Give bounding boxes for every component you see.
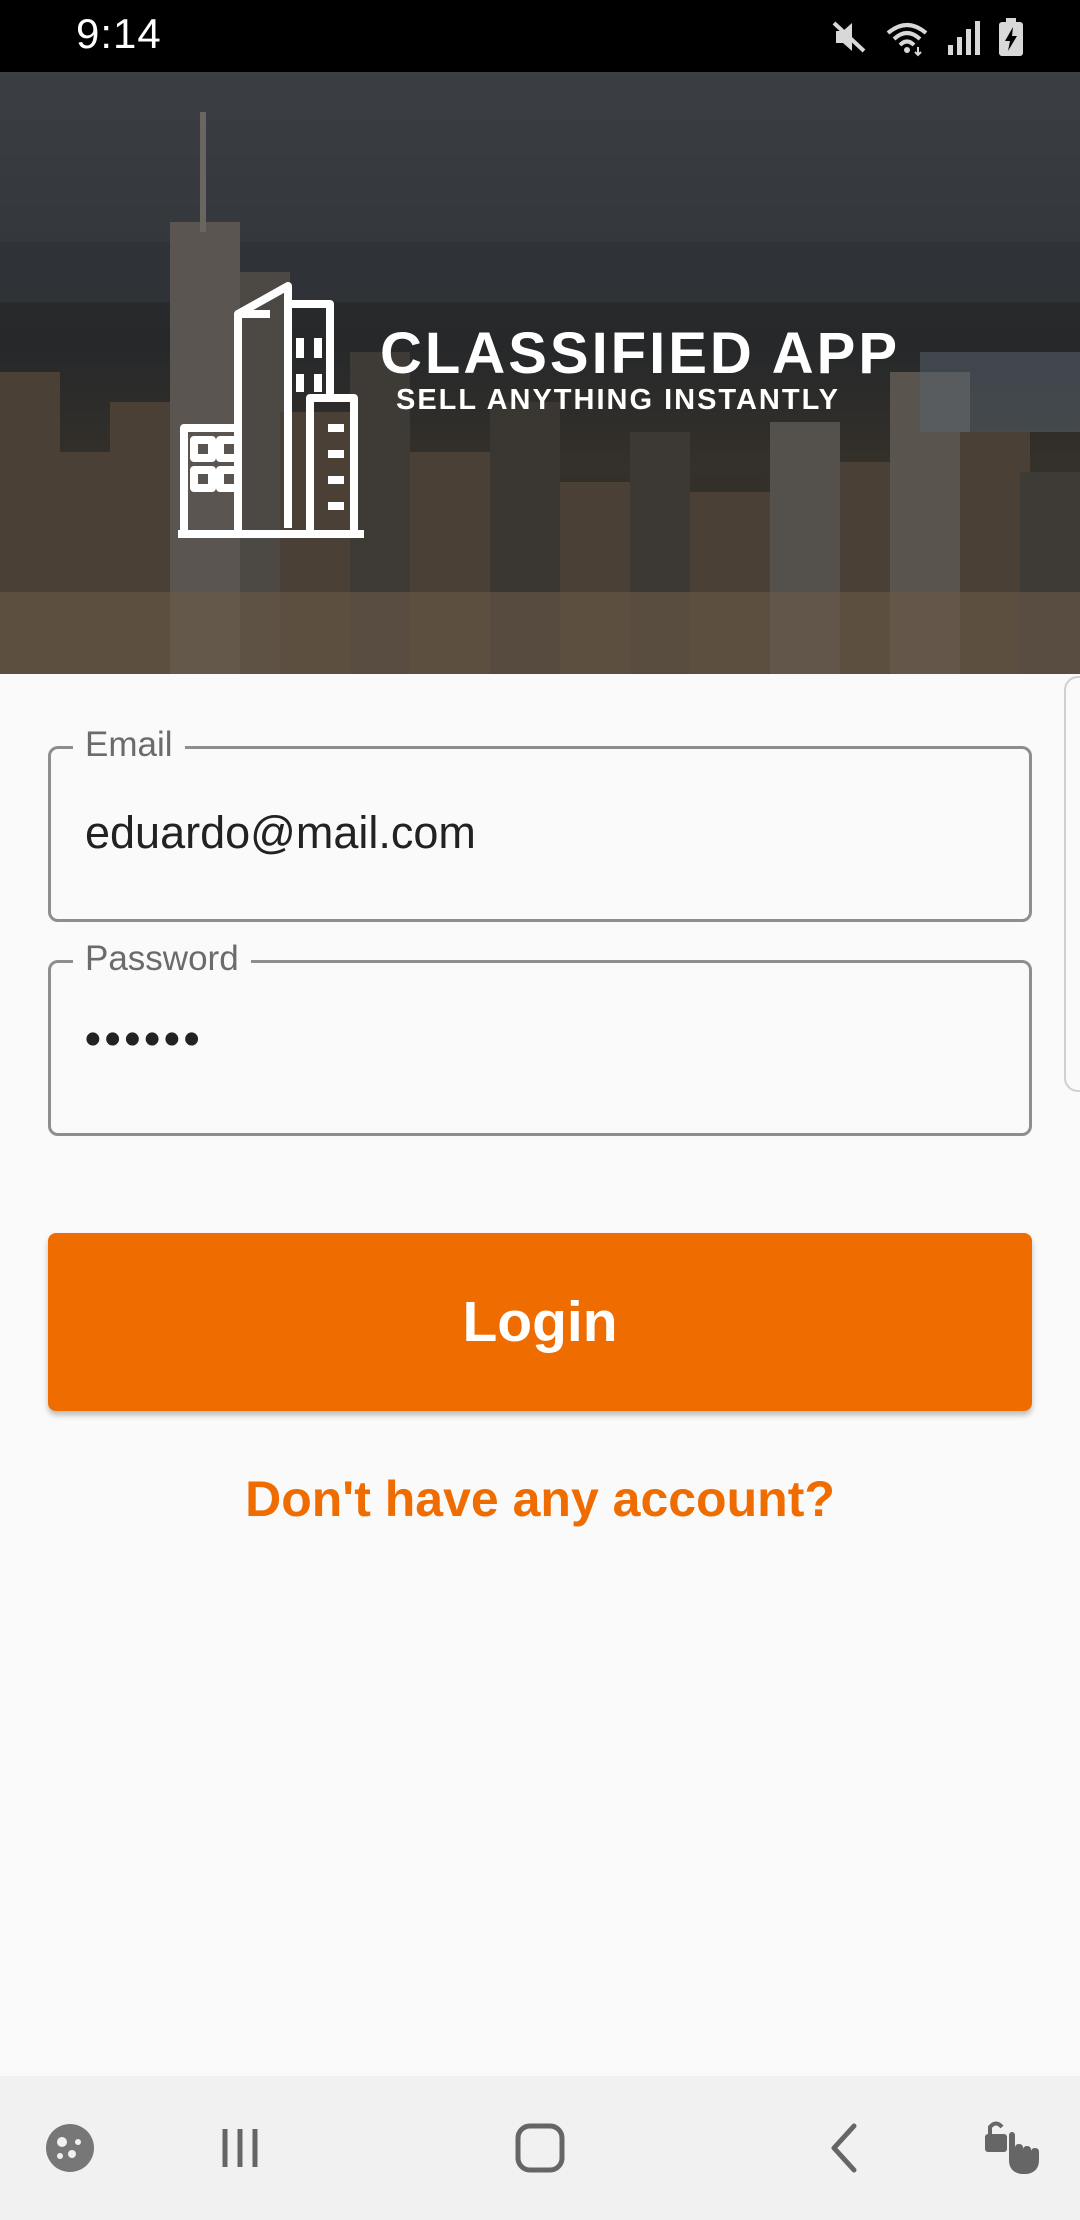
password-field[interactable]: Password ••••••	[48, 937, 1032, 1136]
screen-pin-icon[interactable]	[968, 2076, 1058, 2220]
signup-link[interactable]: Don't have any account?	[0, 1470, 1080, 1528]
home-icon[interactable]	[500, 2076, 580, 2220]
login-button[interactable]: Login	[48, 1233, 1032, 1411]
email-field[interactable]: Email eduardo@mail.com	[48, 723, 1032, 922]
signal-icon	[946, 17, 982, 57]
game-tools-icon[interactable]	[30, 2076, 110, 2220]
system-nav-bar	[0, 2076, 1080, 2220]
password-label: Password	[73, 937, 251, 981]
mute-icon	[828, 17, 868, 57]
password-input-value[interactable]: ••••••	[85, 1011, 204, 1067]
status-bar: 9:14	[0, 0, 1080, 72]
back-icon[interactable]	[805, 2076, 885, 2220]
recent-apps-icon[interactable]	[200, 2076, 280, 2220]
app-title: CLASSIFIED APP	[380, 321, 901, 386]
status-icons	[828, 14, 1024, 60]
app-subtitle: SELL ANYTHING INSTANTLY	[396, 384, 840, 416]
wifi-icon	[884, 17, 930, 57]
hero-banner: CLASSIFIED APP SELL ANYTHING INSTANTLY	[0, 72, 1080, 674]
email-label: Email	[73, 723, 185, 767]
side-panel-edge[interactable]	[1064, 676, 1080, 1092]
battery-charging-icon	[998, 17, 1024, 57]
email-input-value[interactable]: eduardo@mail.com	[85, 805, 476, 861]
status-time: 9:14	[76, 10, 162, 57]
